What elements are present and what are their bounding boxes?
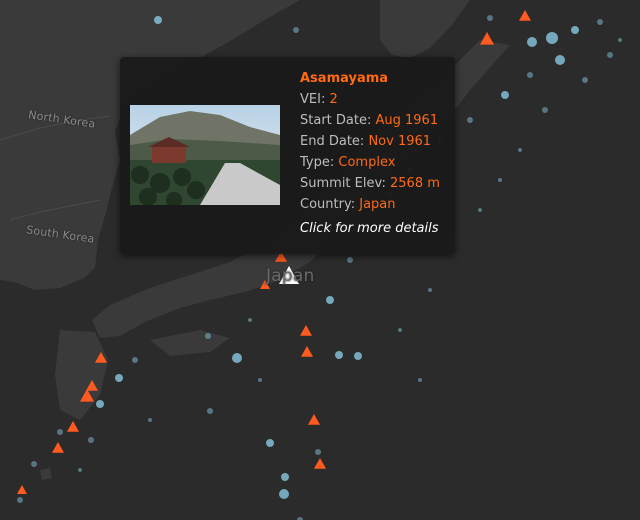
earthquake-dot [467, 117, 473, 123]
earthquake-dot [31, 461, 37, 467]
earthquake-dot [57, 429, 63, 435]
earthquake-dot [542, 107, 548, 113]
earthquake-dot [115, 374, 123, 382]
end-value: Nov 1961 [368, 134, 432, 149]
earthquake-dot [293, 27, 299, 33]
volcano-marker[interactable] [519, 10, 531, 21]
earthquake-dot [618, 38, 622, 42]
earthquake-dot [96, 400, 104, 408]
type-row: Type: Complex [300, 155, 396, 170]
earthquake-dot [315, 449, 321, 455]
elev-value: 2568 m [390, 176, 440, 191]
earthquake-dot [418, 378, 422, 382]
volcano-marker[interactable] [300, 325, 312, 336]
earthquake-dot [266, 439, 274, 447]
type-value: Complex [338, 155, 396, 170]
earthquake-dot [205, 333, 211, 339]
earthquake-dot [132, 357, 138, 363]
earthquake-dot [347, 257, 353, 263]
earthquake-dot [607, 52, 613, 58]
earthquake-dot [248, 318, 252, 322]
earthquake-dot [326, 296, 334, 304]
volcano-marker[interactable] [301, 346, 313, 357]
volcano-name: Asamayama [300, 71, 389, 86]
earthquake-dot [582, 77, 588, 83]
vei-value: 2 [329, 92, 338, 107]
earthquake-dot [597, 19, 603, 25]
earthquake-dot [527, 37, 537, 47]
earthquake-dot [501, 91, 509, 99]
earthquake-dot [546, 32, 558, 44]
more-details-link[interactable]: Click for more details [300, 218, 440, 239]
earthquake-dot [78, 468, 82, 472]
earthquake-dot [88, 437, 94, 443]
earthquake-dot [398, 328, 402, 332]
earthquake-dot [335, 351, 343, 359]
volcano-marker[interactable] [52, 442, 64, 453]
label-japan: Japan [266, 266, 315, 286]
earthquake-dot [555, 55, 565, 65]
country-row: Country: Japan [300, 197, 396, 212]
earthquake-dot [281, 473, 289, 481]
volcano-photo [130, 105, 280, 205]
volcano-marker[interactable] [480, 32, 494, 45]
earthquake-dot [17, 497, 23, 503]
elev-row: Summit Elev: 2568 m [300, 176, 440, 191]
volcano-info: Asamayama VEI: 2 Start Date: Aug 1961 En… [300, 68, 440, 239]
start-value: Aug 1961 [375, 113, 439, 128]
volcano-marker[interactable] [17, 485, 27, 494]
earthquake-dot [148, 418, 152, 422]
earthquake-dot [258, 378, 262, 382]
earthquake-dot [232, 353, 242, 363]
end-row: End Date: Nov 1961 [300, 134, 432, 149]
start-row: Start Date: Aug 1961 [300, 113, 439, 128]
volcano-marker[interactable] [67, 421, 79, 432]
country-value: Japan [359, 197, 396, 212]
earthquake-dot [354, 352, 362, 360]
earthquake-dot [527, 72, 533, 78]
earthquake-dot [478, 208, 482, 212]
earthquake-dot [571, 26, 579, 34]
earthquake-dot [487, 15, 493, 21]
earthquake-dot [498, 178, 502, 182]
earthquake-dot [154, 16, 162, 24]
volcano-marker[interactable] [314, 458, 326, 469]
volcano-marker[interactable] [308, 414, 320, 425]
earthquake-dot [207, 408, 213, 414]
volcano-tooltip[interactable]: Asamayama VEI: 2 Start Date: Aug 1961 En… [120, 57, 455, 254]
earthquake-dot [279, 489, 289, 499]
earthquake-dot [428, 288, 432, 292]
vei-row: VEI: 2 [300, 92, 338, 107]
earthquake-dot [518, 148, 522, 152]
